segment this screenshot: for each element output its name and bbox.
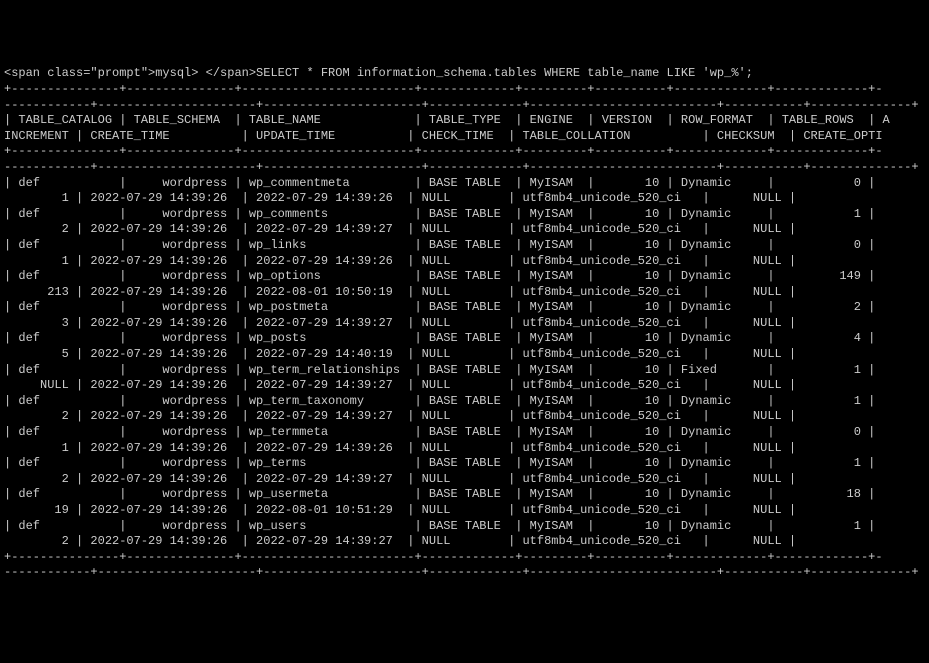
terminal-output: <span class="prompt">mysql> </span>SELEC…	[4, 66, 925, 581]
